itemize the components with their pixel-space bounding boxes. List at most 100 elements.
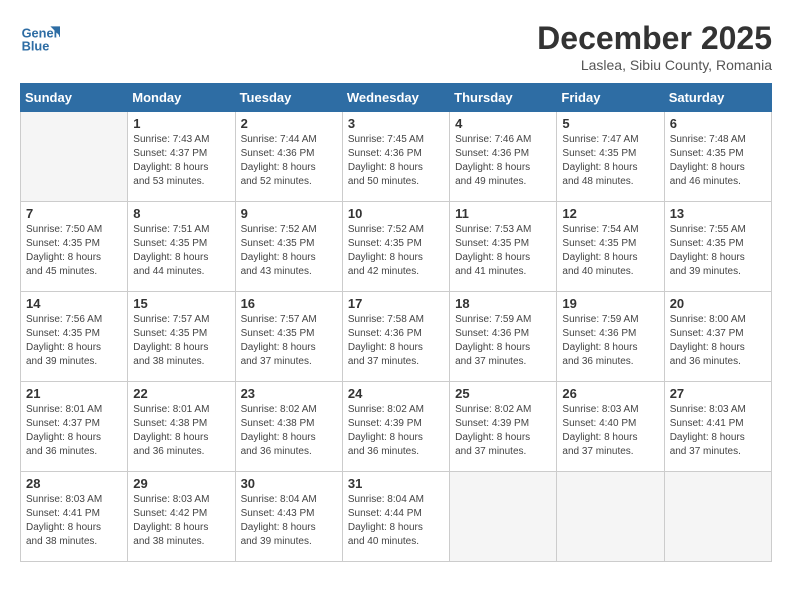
location: Laslea, Sibiu County, Romania: [537, 57, 772, 73]
day-number: 8: [133, 206, 229, 221]
day-info: Sunrise: 8:02 AM Sunset: 4:38 PM Dayligh…: [241, 403, 337, 459]
day-number: 16: [241, 296, 337, 311]
calendar-cell: 14 Sunrise: 7:56 AM Sunset: 4:35 PM Dayli…: [21, 292, 128, 382]
day-info: Sunrise: 7:56 AM Sunset: 4:35 PM Dayligh…: [26, 313, 122, 369]
calendar-cell: 7 Sunrise: 7:50 AM Sunset: 4:35 PM Daylig…: [21, 202, 128, 292]
day-number: 27: [670, 386, 766, 401]
day-number: 11: [455, 206, 551, 221]
weekday-header-saturday: Saturday: [664, 84, 771, 112]
day-number: 4: [455, 116, 551, 131]
calendar-cell: 6 Sunrise: 7:48 AM Sunset: 4:35 PM Daylig…: [664, 112, 771, 202]
day-number: 5: [562, 116, 658, 131]
day-number: 26: [562, 386, 658, 401]
calendar-cell: 1Sunrise: 7:43 AM Sunset: 4:37 PM Daylig…: [128, 112, 235, 202]
month-title: December 2025: [537, 20, 772, 57]
calendar-cell: 11 Sunrise: 7:53 AM Sunset: 4:35 PM Dayli…: [450, 202, 557, 292]
calendar-cell: 15 Sunrise: 7:57 AM Sunset: 4:35 PM Dayli…: [128, 292, 235, 382]
day-number: 29: [133, 476, 229, 491]
calendar-cell: 4Sunrise: 7:46 AM Sunset: 4:36 PM Daylig…: [450, 112, 557, 202]
day-info: Sunrise: 7:45 AM Sunset: 4:36 PM Dayligh…: [348, 133, 444, 189]
calendar-cell: 19 Sunrise: 7:59 AM Sunset: 4:36 PM Dayli…: [557, 292, 664, 382]
calendar-cell: 17Sunrise: 7:58 AM Sunset: 4:36 PM Dayli…: [342, 292, 449, 382]
logo: General Blue: [20, 20, 60, 60]
weekday-header-row: SundayMondayTuesdayWednesdayThursdayFrid…: [21, 84, 772, 112]
day-number: 3: [348, 116, 444, 131]
day-info: Sunrise: 7:48 AM Sunset: 4:35 PM Dayligh…: [670, 133, 766, 189]
day-number: 31: [348, 476, 444, 491]
day-number: 23: [241, 386, 337, 401]
calendar-cell: 23 Sunrise: 8:02 AM Sunset: 4:38 PM Dayli…: [235, 382, 342, 472]
day-number: 1: [133, 116, 229, 131]
day-info: Sunrise: 7:57 AM Sunset: 4:35 PM Dayligh…: [133, 313, 229, 369]
calendar-cell: 2 Sunrise: 7:44 AM Sunset: 4:36 PM Daylig…: [235, 112, 342, 202]
calendar-cell: [21, 112, 128, 202]
calendar-cell: [664, 472, 771, 562]
day-info: Sunrise: 7:52 AM Sunset: 4:35 PM Dayligh…: [241, 223, 337, 279]
day-number: 13: [670, 206, 766, 221]
weekday-header-tuesday: Tuesday: [235, 84, 342, 112]
calendar-cell: 8 Sunrise: 7:51 AM Sunset: 4:35 PM Daylig…: [128, 202, 235, 292]
day-number: 7: [26, 206, 122, 221]
calendar-week-row: 21Sunrise: 8:01 AM Sunset: 4:37 PM Dayli…: [21, 382, 772, 472]
calendar-cell: 5 Sunrise: 7:47 AM Sunset: 4:35 PM Daylig…: [557, 112, 664, 202]
svg-text:Blue: Blue: [22, 38, 50, 53]
calendar-week-row: 1Sunrise: 7:43 AM Sunset: 4:37 PM Daylig…: [21, 112, 772, 202]
day-info: Sunrise: 8:01 AM Sunset: 4:37 PM Dayligh…: [26, 403, 122, 459]
day-info: Sunrise: 7:52 AM Sunset: 4:35 PM Dayligh…: [348, 223, 444, 279]
title-block: December 2025 Laslea, Sibiu County, Roma…: [537, 20, 772, 73]
day-info: Sunrise: 8:02 AM Sunset: 4:39 PM Dayligh…: [455, 403, 551, 459]
day-number: 6: [670, 116, 766, 131]
day-number: 12: [562, 206, 658, 221]
day-info: Sunrise: 7:55 AM Sunset: 4:35 PM Dayligh…: [670, 223, 766, 279]
calendar-cell: 29 Sunrise: 8:03 AM Sunset: 4:42 PM Dayli…: [128, 472, 235, 562]
calendar-cell: 28Sunrise: 8:03 AM Sunset: 4:41 PM Dayli…: [21, 472, 128, 562]
day-number: 14: [26, 296, 122, 311]
day-info: Sunrise: 7:54 AM Sunset: 4:35 PM Dayligh…: [562, 223, 658, 279]
calendar-cell: 12 Sunrise: 7:54 AM Sunset: 4:35 PM Dayli…: [557, 202, 664, 292]
calendar-cell: 16 Sunrise: 7:57 AM Sunset: 4:35 PM Dayli…: [235, 292, 342, 382]
day-info: Sunrise: 7:44 AM Sunset: 4:36 PM Dayligh…: [241, 133, 337, 189]
calendar-cell: 18Sunrise: 7:59 AM Sunset: 4:36 PM Dayli…: [450, 292, 557, 382]
day-info: Sunrise: 8:01 AM Sunset: 4:38 PM Dayligh…: [133, 403, 229, 459]
day-info: Sunrise: 7:50 AM Sunset: 4:35 PM Dayligh…: [26, 223, 122, 279]
calendar-week-row: 7 Sunrise: 7:50 AM Sunset: 4:35 PM Daylig…: [21, 202, 772, 292]
day-number: 24: [348, 386, 444, 401]
calendar-cell: 3 Sunrise: 7:45 AM Sunset: 4:36 PM Daylig…: [342, 112, 449, 202]
calendar-cell: 10 Sunrise: 7:52 AM Sunset: 4:35 PM Dayli…: [342, 202, 449, 292]
calendar-cell: 9 Sunrise: 7:52 AM Sunset: 4:35 PM Daylig…: [235, 202, 342, 292]
calendar-cell: 27 Sunrise: 8:03 AM Sunset: 4:41 PM Dayli…: [664, 382, 771, 472]
day-info: Sunrise: 7:53 AM Sunset: 4:35 PM Dayligh…: [455, 223, 551, 279]
day-info: Sunrise: 7:59 AM Sunset: 4:36 PM Dayligh…: [562, 313, 658, 369]
day-number: 22: [133, 386, 229, 401]
day-number: 15: [133, 296, 229, 311]
day-info: Sunrise: 8:03 AM Sunset: 4:41 PM Dayligh…: [26, 493, 122, 549]
calendar-cell: 30Sunrise: 8:04 AM Sunset: 4:43 PM Dayli…: [235, 472, 342, 562]
day-info: Sunrise: 8:02 AM Sunset: 4:39 PM Dayligh…: [348, 403, 444, 459]
day-number: 30: [241, 476, 337, 491]
weekday-header-sunday: Sunday: [21, 84, 128, 112]
day-info: Sunrise: 8:03 AM Sunset: 4:40 PM Dayligh…: [562, 403, 658, 459]
page-header: General Blue December 2025 Laslea, Sibiu…: [20, 20, 772, 73]
weekday-header-thursday: Thursday: [450, 84, 557, 112]
day-info: Sunrise: 7:47 AM Sunset: 4:35 PM Dayligh…: [562, 133, 658, 189]
day-number: 25: [455, 386, 551, 401]
day-info: Sunrise: 8:03 AM Sunset: 4:41 PM Dayligh…: [670, 403, 766, 459]
day-info: Sunrise: 7:59 AM Sunset: 4:36 PM Dayligh…: [455, 313, 551, 369]
day-number: 10: [348, 206, 444, 221]
day-info: Sunrise: 8:00 AM Sunset: 4:37 PM Dayligh…: [670, 313, 766, 369]
day-info: Sunrise: 7:58 AM Sunset: 4:36 PM Dayligh…: [348, 313, 444, 369]
weekday-header-wednesday: Wednesday: [342, 84, 449, 112]
calendar-cell: [450, 472, 557, 562]
day-info: Sunrise: 7:51 AM Sunset: 4:35 PM Dayligh…: [133, 223, 229, 279]
day-info: Sunrise: 8:04 AM Sunset: 4:44 PM Dayligh…: [348, 493, 444, 549]
day-number: 19: [562, 296, 658, 311]
weekday-header-friday: Friday: [557, 84, 664, 112]
calendar-cell: 31 Sunrise: 8:04 AM Sunset: 4:44 PM Dayli…: [342, 472, 449, 562]
day-info: Sunrise: 7:57 AM Sunset: 4:35 PM Dayligh…: [241, 313, 337, 369]
day-number: 2: [241, 116, 337, 131]
calendar-cell: 26 Sunrise: 8:03 AM Sunset: 4:40 PM Dayli…: [557, 382, 664, 472]
day-number: 9: [241, 206, 337, 221]
day-info: Sunrise: 8:03 AM Sunset: 4:42 PM Dayligh…: [133, 493, 229, 549]
calendar-week-row: 28Sunrise: 8:03 AM Sunset: 4:41 PM Dayli…: [21, 472, 772, 562]
logo-icon: General Blue: [20, 20, 60, 60]
